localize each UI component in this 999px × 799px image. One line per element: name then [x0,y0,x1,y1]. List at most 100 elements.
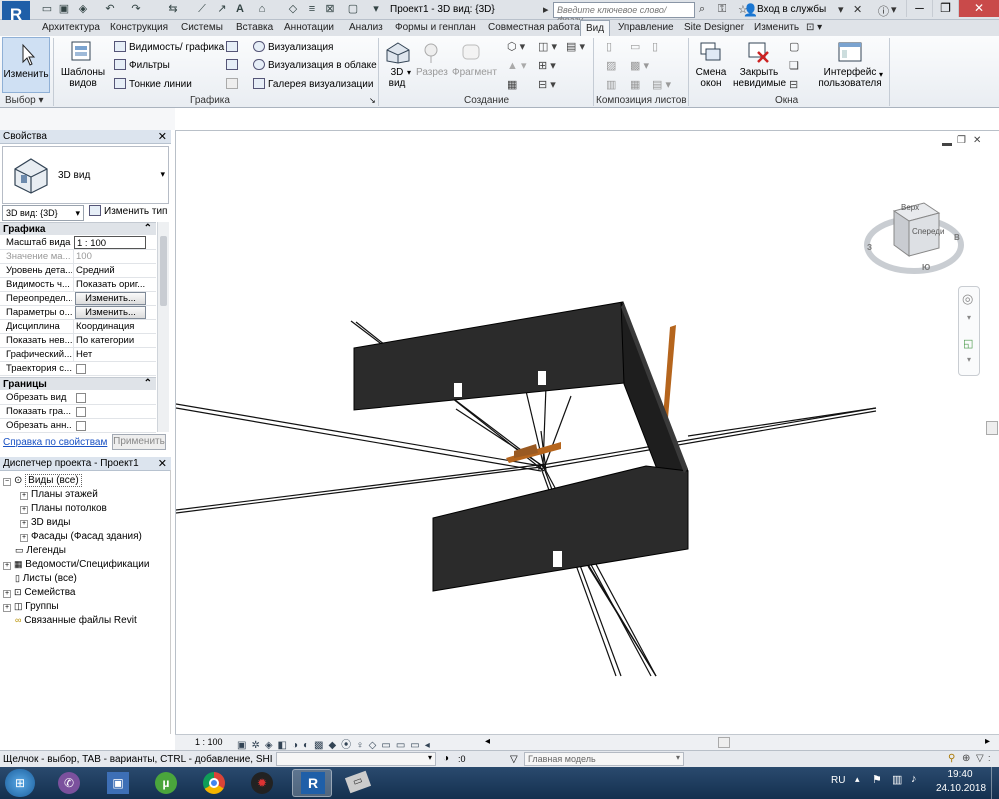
taskbar-utorrent[interactable]: µ [146,769,186,797]
view-close-icon[interactable]: ✕ [973,135,981,146]
horizontal-scroll-thumb[interactable] [718,737,730,748]
search-input[interactable]: Введите ключевое слово/фразу [553,2,695,25]
user-interface-dropdown-icon[interactable]: ▾ [879,70,883,79]
properties-help-link[interactable]: Справка по свойствам [3,437,107,448]
3d-view-icon[interactable]: ⌂ [255,3,269,16]
login-dropdown-icon[interactable]: ▾ [838,3,844,16]
expand-search-icon[interactable]: ▸ [543,3,549,16]
tab-analyze[interactable]: Анализ [349,22,383,33]
tab-manage[interactable]: Управление [618,22,674,33]
properties-scrollbar[interactable] [157,222,169,432]
clock-time[interactable]: 19:40 [940,769,980,780]
matchline-icon[interactable]: ▥ [606,78,616,91]
drafting-view-icon[interactable]: ▦ [507,78,517,91]
section-graphics[interactable]: Графика ⌃ [0,222,156,235]
column-element[interactable] [663,325,676,418]
tree-item-families[interactable]: + ⊡ Семейства [3,587,75,598]
select-links-icon[interactable]: ⚲ [948,753,955,764]
help-dropdown-icon[interactable]: ▾ [891,3,897,16]
elevation-icon[interactable]: ▲ ▾ [507,59,526,72]
replicate-icon[interactable]: ▢ [789,40,799,53]
cascade-icon[interactable]: ❏ [789,59,799,72]
compass-east-label[interactable]: В [954,233,960,242]
search-icon[interactable]: ⌕ [699,3,705,16]
exchange-apps-icon[interactable]: ✕ [853,3,862,16]
apply-button[interactable]: Применить [112,434,166,450]
open-icon[interactable]: ▭ [40,3,54,16]
switch-windows-button[interactable]: Смена окон [692,38,730,92]
tab-insert[interactable]: Вставка [236,22,273,33]
edit-type-button[interactable]: Изменить тип [89,205,167,217]
place-view-icon[interactable]: ▭ [630,40,640,53]
panel-select-label[interactable]: Выбор ▾ [5,95,44,106]
show-desktop-button[interactable] [991,767,999,799]
tree-item-legends[interactable]: ▭ Легенды [15,545,66,556]
tab-site-designer[interactable]: Site Designer [684,22,744,33]
tile-icon[interactable]: ⊟ [789,78,798,91]
property-row[interactable]: Дисциплина Координация [0,320,156,334]
taskbar-save[interactable]: ▣ [98,769,138,797]
collapse-icon[interactable]: ⌃ [144,378,152,389]
volume-icon[interactable]: ♪ [911,773,917,785]
schedules-icon[interactable]: ⊟ ▾ [538,78,556,91]
render-cloud-button[interactable]: Визуализация в облаке [253,59,377,71]
reveal-icon[interactable] [226,59,241,71]
3d-viewport[interactable]: Верх Спереди Ю З В ▬ ❐ ✕ ◎ ▾ ◱ ▾ [175,130,999,748]
filter-status-icon[interactable]: ▽ [510,754,518,765]
crop-region-visible-checkbox[interactable] [76,407,86,417]
clock-date[interactable]: 24.10.2018 [932,783,990,794]
tree-item-groups[interactable]: + ◫ Группы [3,601,59,612]
editing-requests-icon[interactable]: ◑ [443,753,449,764]
section-extents[interactable]: Границы ⌃ [0,377,156,390]
minimize-button[interactable]: ─ [906,0,932,17]
measure-icon[interactable]: ⟋ [195,3,209,16]
vg-overrides-edit-button[interactable]: Изменить... [75,292,146,305]
property-row[interactable]: Уровень дета... Средний [0,264,156,278]
customize-qat-icon[interactable]: ▾ [369,3,383,16]
show-hidden-icon[interactable] [226,41,241,53]
property-row[interactable]: Видимость ч... Показать ориг... [0,278,156,292]
user-interface-button[interactable]: Интерфейс пользователя [817,38,883,92]
sun-path-checkbox[interactable] [76,364,86,374]
scrollbar-thumb[interactable] [160,236,167,306]
guide-grid-icon[interactable]: ▩ ▾ [630,59,649,72]
network-icon[interactable]: ▥ [892,773,902,786]
tree-item-floor-plans[interactable]: + Планы этажей [20,489,98,500]
section-icon[interactable]: ◇ [286,3,300,16]
help-icon[interactable]: ⓘ [878,3,889,19]
taskbar-usb[interactable]: ▭ [338,769,378,797]
horizontal-scroll-left-icon[interactable]: ◂ [485,736,490,747]
action-center-icon[interactable]: ⚑ [872,773,882,786]
workset-dropdown[interactable]: ▾ [276,752,436,766]
tab-modify[interactable]: Изменить [754,22,799,33]
language-indicator[interactable]: RU [831,775,845,786]
print-icon[interactable]: ⇆ [166,3,180,16]
taskbar-chrome[interactable] [194,769,234,797]
tab-collaborate[interactable]: Совместная работа [488,22,580,33]
graphics-dialog-launcher-icon[interactable]: ↘ [369,96,376,105]
thin-lines-icon[interactable]: ≡ [305,3,319,16]
tree-item-views[interactable]: − ⊙ Виды (все) [3,474,82,487]
dimension-icon[interactable]: ↗ [215,3,229,16]
type-selector[interactable]: 3D вид ▾ [2,146,169,204]
view-scale[interactable]: 1 : 100 [195,737,223,747]
sign-in-link[interactable]: Вход в службы [757,4,826,15]
start-button[interactable]: ⊞ [5,769,35,797]
crop-view-checkbox[interactable] [76,393,86,403]
property-row[interactable]: Показать нев... По категории [0,334,156,348]
tree-item-ceiling-plans[interactable]: + Планы потолков [20,503,107,514]
callout-button[interactable]: Фрагмент [452,38,497,92]
view-templates-button[interactable]: Шаблоны видов [57,38,107,90]
plan-views-icon[interactable]: ⬡ ▾ [507,40,525,53]
render-gallery-button[interactable]: Галерея визуализации [253,78,373,90]
close-hidden-icon[interactable]: ⊠ [323,3,337,16]
steering-wheel-icon[interactable]: ◎ [962,291,973,307]
wall-front[interactable] [432,465,689,592]
view-minimize-icon[interactable]: ▬ [942,138,952,149]
tab-structure[interactable]: Конструкция [110,22,168,33]
tab-architecture[interactable]: Архитектура [42,22,100,33]
3d-view-dropdown-icon[interactable]: ▾ [407,68,411,77]
taskbar-revit[interactable]: R [292,769,332,797]
tab-view[interactable]: Вид [580,20,611,36]
section-button[interactable]: Разрез [416,38,448,92]
